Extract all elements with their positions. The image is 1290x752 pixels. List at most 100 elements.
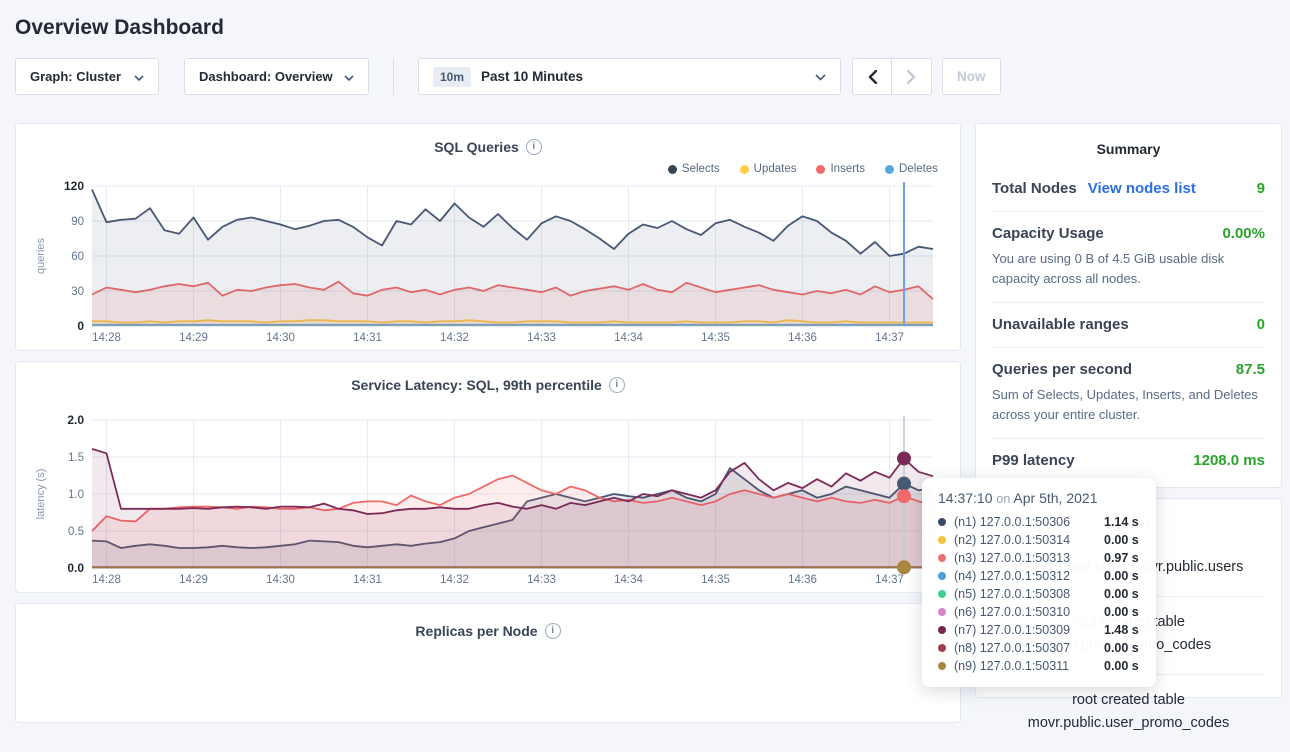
svg-text:14:34: 14:34: [614, 332, 643, 344]
svg-text:1.5: 1.5: [68, 452, 84, 464]
svg-text:30: 30: [71, 286, 84, 298]
summary-value: 0.00%: [1222, 225, 1265, 242]
latency-value: 1.48 s: [1104, 623, 1139, 637]
svg-text:14:31: 14:31: [353, 332, 382, 344]
summary-row-queries-per-second: Queries per second 87.5 Sum of Selects, …: [992, 347, 1265, 438]
time-range-label: Past 10 Minutes: [481, 69, 583, 84]
chevron-down-icon: [134, 69, 144, 84]
summary-label: Queries per second: [992, 361, 1132, 378]
node-address: (n9) 127.0.0.1:50311: [954, 659, 1096, 673]
summary-value: 9: [1257, 180, 1265, 197]
node-address: (n8) 127.0.0.1:50307: [954, 641, 1096, 655]
series-dot: [938, 644, 946, 652]
summary-row-p99-latency: P99 latency 1208.0 ms: [992, 438, 1265, 483]
tooltip-row-n9: (n9) 127.0.0.1:50311 0.00 s: [938, 657, 1142, 675]
info-icon[interactable]: i: [609, 377, 625, 393]
tooltip-row-n7: (n7) 127.0.0.1:50309 1.48 s: [938, 621, 1142, 639]
legend-item-inserts[interactable]: Inserts: [816, 163, 865, 175]
svg-text:latency (s): latency (s): [35, 469, 47, 520]
info-icon[interactable]: i: [545, 623, 561, 639]
chart-title-sql-queries: SQL Queries: [434, 139, 519, 155]
series-dot: [938, 536, 946, 544]
summary-value: 87.5: [1236, 361, 1265, 378]
summary-heading: Summary: [992, 124, 1265, 167]
svg-text:14:29: 14:29: [179, 332, 208, 344]
series-dot: [938, 608, 946, 616]
svg-text:1.0: 1.0: [68, 489, 84, 501]
svg-text:0: 0: [77, 319, 84, 333]
time-back-button[interactable]: [852, 58, 892, 95]
series-dot: [938, 590, 946, 598]
chart-title-service-latency: Service Latency: SQL, 99th percentile: [351, 377, 602, 393]
latency-value: 0.00 s: [1104, 533, 1139, 547]
svg-text:14:33: 14:33: [527, 574, 556, 586]
page-title: Overview Dashboard: [15, 0, 1282, 58]
legend-dot: [668, 165, 677, 174]
legend-item-updates[interactable]: Updates: [740, 163, 797, 175]
view-nodes-list-link[interactable]: View nodes list: [1088, 180, 1196, 197]
legend-label: Selects: [682, 163, 720, 175]
summary-label: Total Nodes: [992, 180, 1077, 197]
svg-text:14:32: 14:32: [440, 574, 469, 586]
tooltip-on-text: on: [996, 492, 1010, 506]
svg-text:14:36: 14:36: [788, 332, 817, 344]
legend-item-deletes[interactable]: Deletes: [885, 163, 938, 175]
latency-value: 0.00 s: [1104, 659, 1139, 673]
summary-row-total-nodes: Total Nodes View nodes list 9: [992, 167, 1265, 211]
node-address: (n7) 127.0.0.1:50309: [954, 623, 1096, 637]
legend-dot: [885, 165, 894, 174]
tooltip-row-n4: (n4) 127.0.0.1:50312 0.00 s: [938, 567, 1142, 585]
dashboard-controls: Graph: Cluster Dashboard: Overview 10m P…: [15, 58, 1282, 95]
chart-title-replicas-per-node: Replicas per Node: [415, 623, 537, 639]
tooltip-row-n1: (n1) 127.0.0.1:50306 1.14 s: [938, 513, 1142, 531]
time-forward-button[interactable]: [892, 58, 932, 95]
svg-text:14:35: 14:35: [701, 332, 730, 344]
summary-description: Sum of Selects, Updates, Inserts, and De…: [992, 385, 1265, 424]
service-latency-plot[interactable]: 0.00.51.01.52.014:2814:2914:3014:3114:32…: [30, 412, 945, 588]
svg-text:14:31: 14:31: [353, 574, 382, 586]
service-latency-chart-card: Service Latency: SQL, 99th percentile i …: [15, 361, 961, 593]
tooltip-date: Apr 5th, 2021: [1013, 490, 1097, 506]
sql-queries-chart-card: SQL Queries i Selects Updates Inserts: [15, 123, 961, 351]
summary-panel: Summary Total Nodes View nodes list 9 Ca…: [975, 123, 1282, 488]
time-range-select[interactable]: 10m Past 10 Minutes: [418, 58, 841, 95]
svg-text:60: 60: [71, 251, 84, 263]
tooltip-row-n2: (n2) 127.0.0.1:50314 0.00 s: [938, 531, 1142, 549]
dashboard-dropdown[interactable]: Dashboard: Overview: [184, 58, 369, 95]
svg-text:90: 90: [71, 216, 84, 228]
svg-text:14:33: 14:33: [527, 332, 556, 344]
svg-text:14:29: 14:29: [179, 574, 208, 586]
latency-value: 0.00 s: [1104, 569, 1139, 583]
series-dot: [938, 518, 946, 526]
svg-text:14:35: 14:35: [701, 574, 730, 586]
node-address: (n3) 127.0.0.1:50313: [954, 551, 1096, 565]
tooltip-row-n6: (n6) 127.0.0.1:50310 0.00 s: [938, 603, 1142, 621]
tooltip-row-n3: (n3) 127.0.0.1:50313 0.97 s: [938, 549, 1142, 567]
legend-item-selects[interactable]: Selects: [668, 163, 720, 175]
info-icon[interactable]: i: [526, 139, 542, 155]
latency-value: 0.00 s: [1104, 587, 1139, 601]
series-dot: [938, 572, 946, 580]
graph-dropdown-label: Graph: Cluster: [30, 69, 121, 84]
summary-value: 1208.0 ms: [1193, 452, 1265, 469]
legend-dot: [816, 165, 825, 174]
summary-row-unavailable-ranges: Unavailable ranges 0: [992, 302, 1265, 347]
graph-dropdown[interactable]: Graph: Cluster: [15, 58, 159, 95]
legend-dot: [740, 165, 749, 174]
now-button[interactable]: Now: [942, 58, 1001, 95]
svg-text:14:37: 14:37: [875, 574, 904, 586]
legend-label: Updates: [754, 163, 797, 175]
time-step-buttons: [852, 58, 932, 95]
series-dot: [938, 626, 946, 634]
summary-row-capacity-usage: Capacity Usage 0.00% You are using 0 B o…: [992, 211, 1265, 302]
latency-value: 1.14 s: [1104, 515, 1139, 529]
replicas-per-node-chart-card: Replicas per Node i: [15, 603, 961, 723]
sql-queries-plot[interactable]: 030609012014:2814:2914:3014:3114:3214:33…: [30, 178, 945, 346]
summary-description: You are using 0 B of 4.5 GiB usable disk…: [992, 249, 1265, 288]
controls-divider: [393, 58, 394, 95]
svg-text:0.5: 0.5: [68, 526, 84, 538]
chevron-down-icon: [344, 69, 354, 84]
svg-text:14:28: 14:28: [92, 574, 121, 586]
tooltip-timestamp: 14:37:10 on Apr 5th, 2021: [938, 490, 1142, 506]
node-address: (n5) 127.0.0.1:50308: [954, 587, 1096, 601]
